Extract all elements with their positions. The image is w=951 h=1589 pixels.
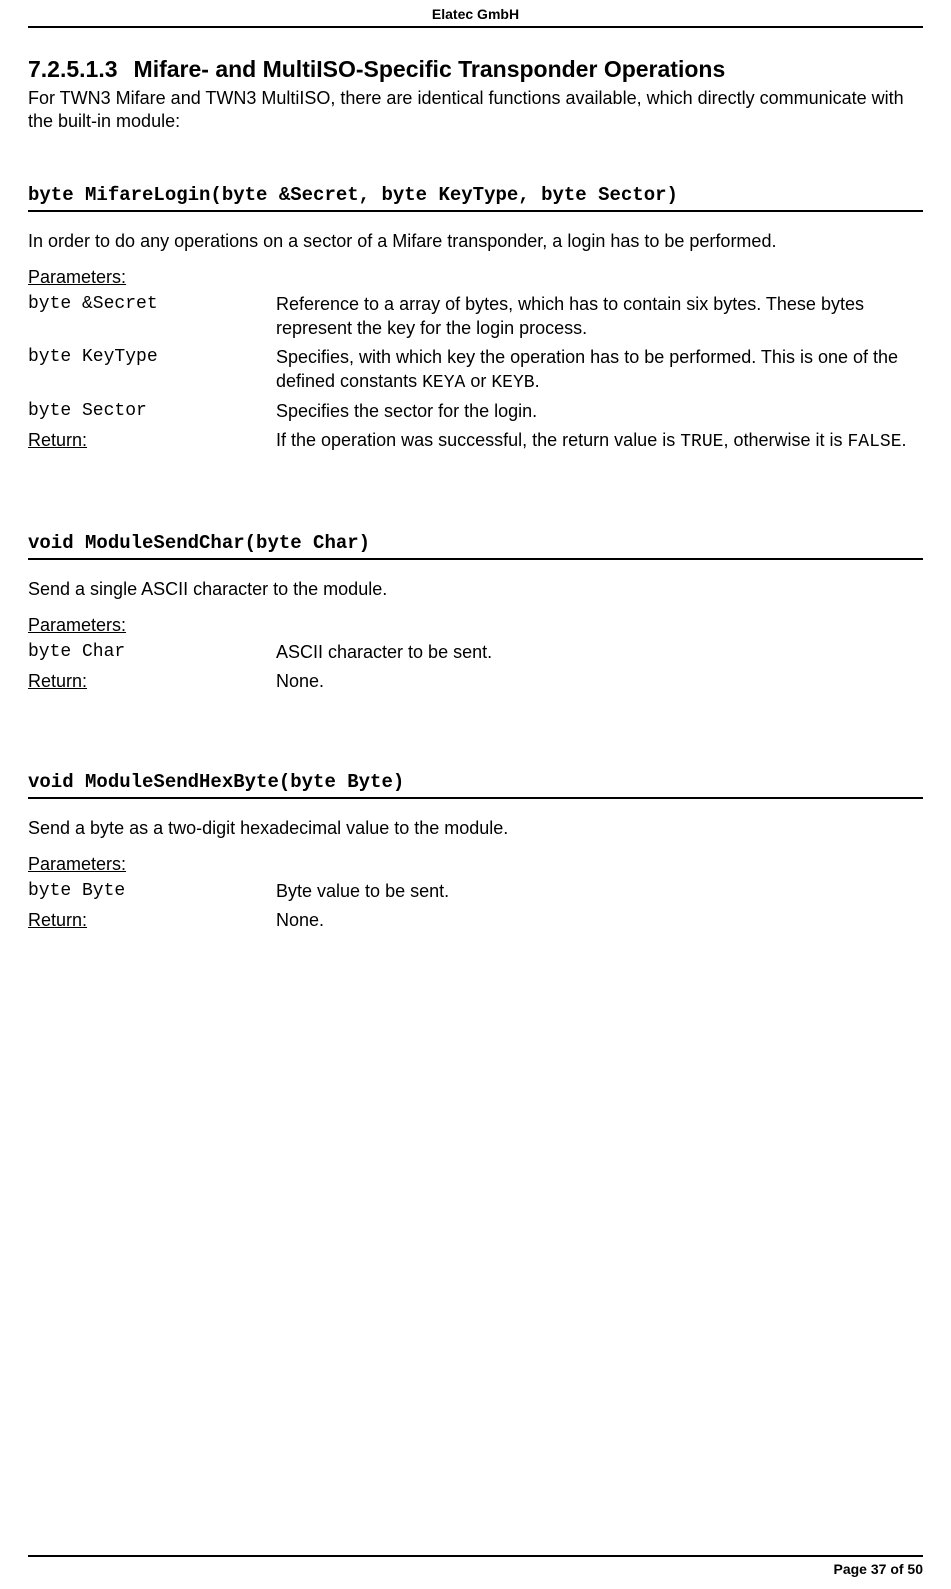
param-desc: Specifies the sector for the login. — [276, 399, 923, 423]
section-title-text: Mifare- and MultiISO-Specific Transponde… — [134, 56, 726, 82]
section-heading: 7.2.5.1.3 Mifare- and MultiISO-Specific T… — [28, 56, 923, 83]
return-label: Return: — [28, 908, 276, 932]
page-header: Elatec GmbH — [28, 6, 923, 28]
code-inline: KEYB — [491, 373, 534, 393]
code-inline: FALSE — [847, 432, 901, 452]
return-label: Return: — [28, 428, 276, 452]
return-row: Return: If the operation was successful,… — [28, 428, 923, 454]
function-description: In order to do any operations on a secto… — [28, 230, 923, 253]
param-row: byte Sector Specifies the sector for the… — [28, 399, 923, 423]
param-desc-text: Specifies, with which key the operation … — [276, 347, 898, 391]
param-row: byte KeyType Specifies, with which key t… — [28, 345, 923, 396]
page: Elatec GmbH 7.2.5.1.3 Mifare- and MultiIS… — [0, 0, 951, 1589]
param-name: byte Sector — [28, 399, 276, 423]
function-description: Send a single ASCII character to the mod… — [28, 578, 923, 601]
code-inline: TRUE — [680, 432, 723, 452]
return-row: Return: None. — [28, 669, 923, 693]
function-description: Send a byte as a two-digit hexadecimal v… — [28, 817, 923, 840]
content: 7.2.5.1.3 Mifare- and MultiISO-Specific T… — [28, 28, 923, 932]
param-name: byte Byte — [28, 879, 276, 903]
section-number: 7.2.5.1.3 — [28, 56, 118, 83]
return-desc: None. — [276, 908, 923, 932]
section-intro: For TWN3 Mifare and TWN3 MultiISO, there… — [28, 87, 923, 134]
param-desc: ASCII character to be sent. — [276, 640, 923, 664]
parameters-label: Parameters: — [28, 267, 923, 288]
param-name: byte &Secret — [28, 292, 276, 316]
param-desc: Byte value to be sent. — [276, 879, 923, 903]
param-desc: Reference to a array of bytes, which has… — [276, 292, 923, 341]
return-label: Return: — [28, 669, 276, 693]
page-number: Page 37 of 50 — [834, 1561, 924, 1577]
param-desc-text: . — [535, 371, 540, 391]
function-block-mifarelogin: byte MifareLogin(byte &Secret, byte KeyT… — [28, 184, 923, 454]
code-inline: KEYA — [422, 373, 465, 393]
param-row: byte Char ASCII character to be sent. — [28, 640, 923, 664]
return-row: Return: None. — [28, 908, 923, 932]
param-row: byte &Secret Reference to a array of byt… — [28, 292, 923, 341]
parameters-label: Parameters: — [28, 854, 923, 875]
return-desc-text: . — [902, 430, 907, 450]
param-name: byte Char — [28, 640, 276, 664]
parameters-label: Parameters: — [28, 615, 923, 636]
page-footer: Page 37 of 50 — [28, 1555, 923, 1577]
function-block-modulesendhexbyte: void ModuleSendHexByte(byte Byte) Send a… — [28, 771, 923, 932]
function-signature: void ModuleSendChar(byte Char) — [28, 532, 923, 560]
param-desc: Specifies, with which key the operation … — [276, 345, 923, 396]
return-desc: If the operation was successful, the ret… — [276, 428, 923, 454]
return-desc: None. — [276, 669, 923, 693]
return-desc-text: , otherwise it is — [723, 430, 847, 450]
function-signature: byte MifareLogin(byte &Secret, byte KeyT… — [28, 184, 923, 212]
function-block-modulesendchar: void ModuleSendChar(byte Char) Send a si… — [28, 532, 923, 693]
function-signature: void ModuleSendHexByte(byte Byte) — [28, 771, 923, 799]
param-desc-text: or — [465, 371, 491, 391]
param-row: byte Byte Byte value to be sent. — [28, 879, 923, 903]
param-name: byte KeyType — [28, 345, 276, 369]
company-name: Elatec GmbH — [432, 6, 519, 22]
return-desc-text: If the operation was successful, the ret… — [276, 430, 680, 450]
